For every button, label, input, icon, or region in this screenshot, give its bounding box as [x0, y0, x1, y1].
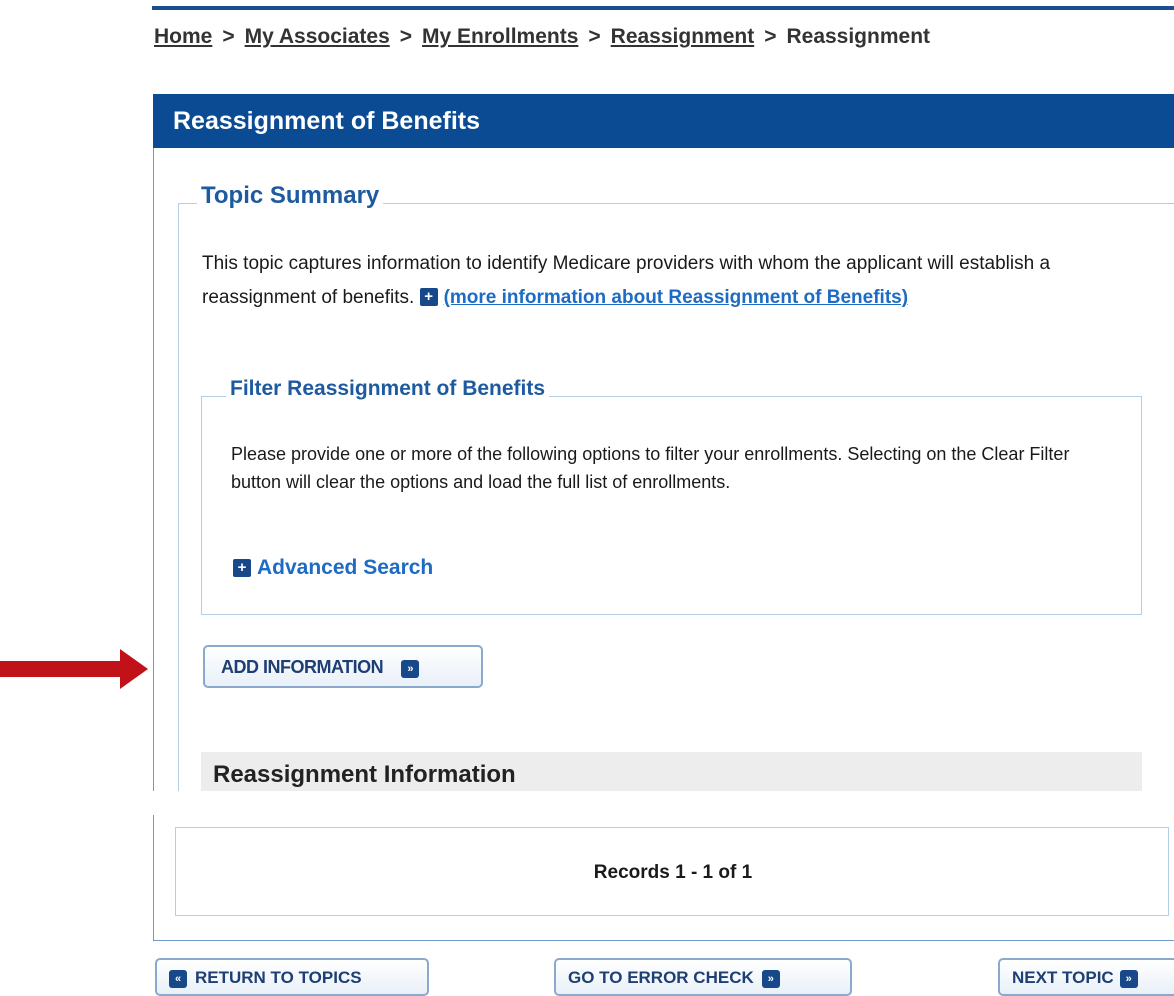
breadcrumb: Home > My Associates > My Enrollments > Reassi…: [154, 25, 930, 49]
annotation-arrow: [0, 661, 125, 677]
reassignment-information-header: Reassignment Information: [201, 752, 1142, 791]
breadcrumb-my-enrollments[interactable]: My Enrollments: [422, 25, 578, 48]
go-to-error-check-label: GO TO ERROR CHECK: [568, 968, 754, 987]
breadcrumb-separator: >: [399, 25, 413, 48]
annotation-arrow-head: [120, 649, 148, 689]
breadcrumb-reassignment[interactable]: Reassignment: [611, 25, 755, 48]
breadcrumb-separator: >: [764, 25, 777, 48]
breadcrumb-separator: >: [222, 25, 235, 48]
advanced-search-toggle[interactable]: + Advanced Search: [233, 556, 433, 580]
panel-header: Reassignment of Benefits: [153, 94, 1174, 148]
arrow-right-icon: »: [1119, 970, 1138, 988]
advanced-search-label: Advanced Search: [257, 556, 434, 579]
return-to-topics-label: RETURN TO TOPICS: [195, 968, 362, 987]
return-to-topics-button[interactable]: « RETURN TO TOPICS: [155, 958, 429, 996]
go-to-error-check-button[interactable]: GO TO ERROR CHECK »: [554, 958, 852, 996]
panel-title: Reassignment of Benefits: [173, 107, 481, 135]
add-information-button[interactable]: ADD INFORMATION »: [203, 645, 483, 688]
breadcrumb-current: Reassignment: [786, 25, 931, 48]
next-topic-button[interactable]: NEXT TOPIC »: [998, 958, 1174, 996]
breadcrumb-home[interactable]: Home: [154, 25, 212, 48]
breadcrumb-separator: >: [588, 25, 601, 48]
plus-icon: +: [233, 559, 251, 577]
arrow-left-icon: «: [169, 970, 187, 988]
plus-icon[interactable]: +: [419, 288, 438, 306]
records-box: Records 1 - 1 of 1: [175, 827, 1169, 916]
filter-instructions: Please provide one or more of the follow…: [231, 444, 1070, 492]
more-info-link[interactable]: (more information about Reassignment of …: [444, 287, 908, 308]
top-border: [152, 6, 1174, 10]
records-count: Records 1 - 1 of 1: [593, 862, 753, 883]
filter-fieldset: [201, 396, 1142, 615]
topic-summary-text-block: This topic captures information to ident…: [202, 247, 1142, 315]
add-information-label: ADD INFORMATION: [221, 657, 384, 677]
arrow-right-icon: »: [761, 970, 780, 988]
filter-legend: Filter Reassignment of Benefits: [226, 377, 550, 401]
topic-summary-legend: Topic Summary: [197, 182, 384, 210]
reassignment-information-title: Reassignment Information: [213, 761, 516, 788]
next-topic-label: NEXT TOPIC: [1012, 968, 1114, 987]
arrow-right-icon: »: [401, 660, 420, 678]
breadcrumb-my-associates[interactable]: My Associates: [245, 25, 390, 48]
